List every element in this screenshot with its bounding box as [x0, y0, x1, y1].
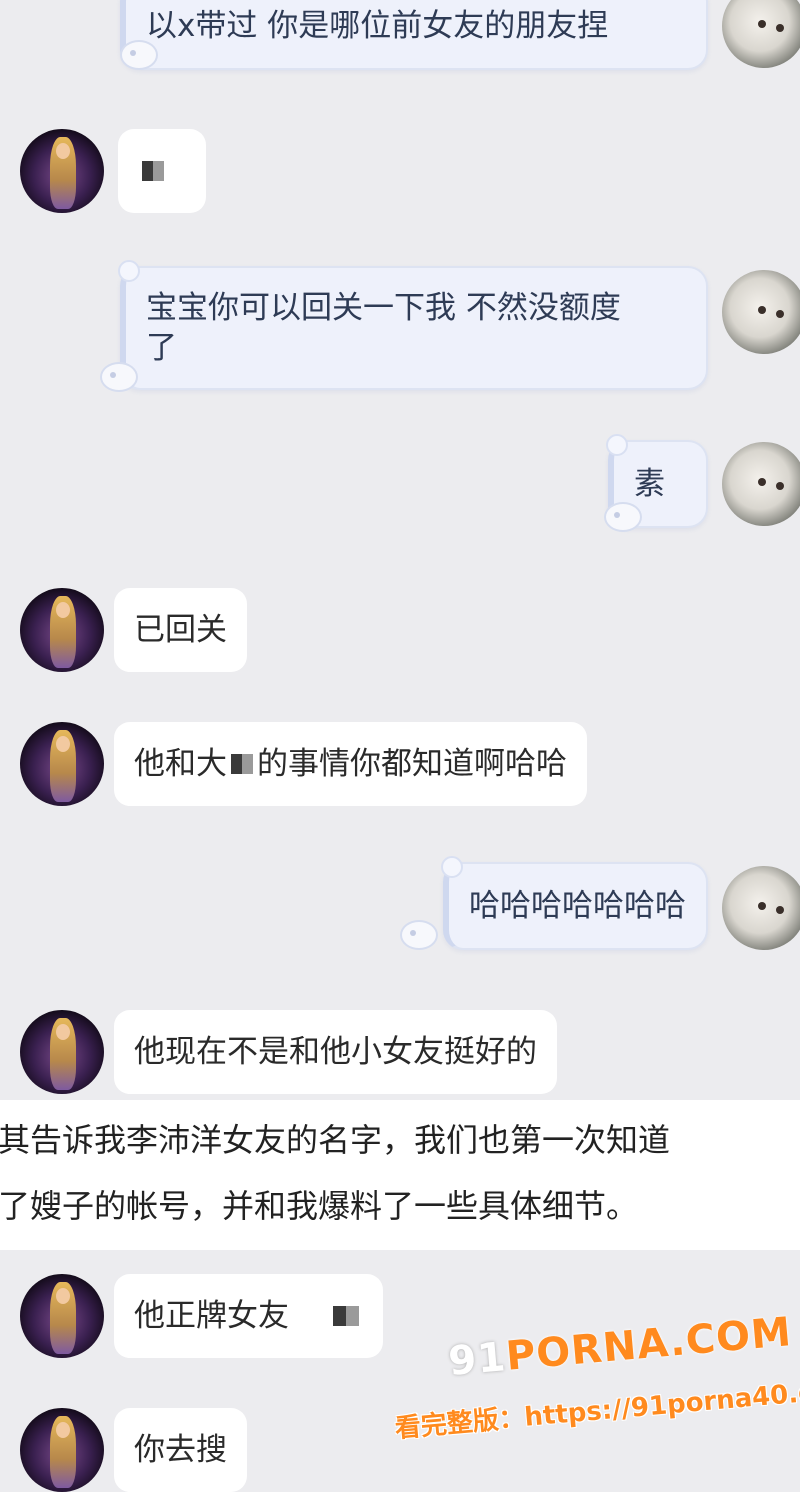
message-text-line1: 宝宝你可以回关一下我 不然没额度 — [146, 290, 621, 326]
message-bubble-received[interactable]: 他和大 的事情你都知道啊哈哈 — [114, 722, 587, 806]
caption-line-1: 其告诉我李沛洋女友的名字，我们也第一次知道 — [0, 1121, 671, 1159]
sticker-decoration-icon — [400, 920, 438, 950]
message-text: 以x带过 你是哪位前女友的朋友捏 — [146, 8, 609, 44]
avatar-self[interactable] — [722, 270, 800, 354]
avatar-self[interactable] — [722, 0, 800, 68]
message-text: 你去搜 — [134, 1432, 227, 1468]
avatar-contact[interactable] — [20, 722, 104, 806]
avatar-self[interactable] — [722, 442, 800, 526]
sticker-decoration-icon — [120, 40, 158, 70]
message-text: 哈哈哈哈哈哈哈 — [469, 888, 686, 924]
sticker-decoration-icon — [604, 502, 642, 532]
message-text-part1: 他和大 — [134, 746, 227, 782]
sticker-decoration-icon — [100, 362, 138, 392]
avatar-self[interactable] — [722, 866, 800, 950]
message-text: 他现在不是和他小女友挺好的 — [134, 1034, 537, 1070]
censored-block — [333, 1306, 359, 1326]
message-bubble-sent[interactable]: 哈哈哈哈哈哈哈 — [441, 856, 708, 950]
message-text: 素 — [634, 466, 665, 502]
watermark-logo-prefix: 91 — [446, 1334, 509, 1385]
avatar-contact[interactable] — [20, 129, 104, 213]
watermark: 91PORNA.COM 看完整版：https://91porna40.com — [394, 1309, 800, 1452]
message-text: 已回关 — [134, 612, 227, 648]
avatar-contact[interactable] — [20, 1010, 104, 1094]
caption-line-2: 了嫂子的帐号，并和我爆料了一些具体细节。 — [0, 1187, 639, 1225]
avatar-contact[interactable] — [20, 588, 104, 672]
message-bubble-sent[interactable]: 以x带过 你是哪位前女友的朋友捏 — [120, 0, 708, 70]
message-text-line2: 了 — [146, 330, 177, 366]
message-bubble-received[interactable]: 已回关 — [114, 588, 247, 672]
message-bubble-received[interactable]: 他正牌女友 — [114, 1274, 383, 1358]
message-text-part2: 的事情你都知道啊哈哈 — [257, 746, 567, 782]
message-bubble-received[interactable]: 他现在不是和他小女友挺好的 — [114, 1010, 557, 1094]
message-bubble-received[interactable] — [118, 129, 206, 213]
message-text: 他正牌女友 — [134, 1298, 289, 1334]
caption-banner: 其告诉我李沛洋女友的名字，我们也第一次知道 了嫂子的帐号，并和我爆料了一些具体细… — [0, 1100, 800, 1250]
message-bubble-sent[interactable]: 宝宝你可以回关一下我 不然没额度 了 — [118, 260, 708, 390]
censored-block — [142, 161, 164, 181]
avatar-contact[interactable] — [20, 1274, 104, 1358]
avatar-contact[interactable] — [20, 1408, 104, 1492]
censored-block — [231, 754, 253, 774]
message-bubble-received[interactable]: 你去搜 — [114, 1408, 247, 1492]
